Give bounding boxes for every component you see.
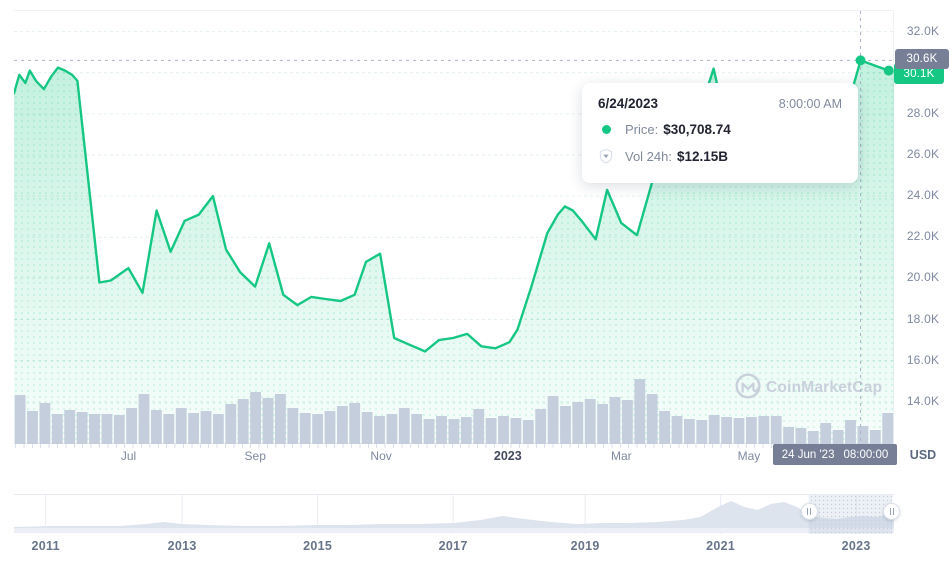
x-axis: Jul Sep Nov 2023 Mar May xyxy=(14,449,894,467)
y-tick-20.0K: 20.0K xyxy=(896,270,950,284)
currency-label: USD xyxy=(898,448,948,462)
tooltip-price-row: Price: $30,708.74 xyxy=(598,122,842,137)
volume-shield-icon xyxy=(598,148,614,164)
timeline-navigator[interactable] xyxy=(14,494,894,533)
x-tick-May: May xyxy=(738,449,761,463)
tooltip-volume-label: Vol 24h: xyxy=(625,149,672,164)
hover-tooltip: 6/24/2023 8:00:00 AM Price: $30,708.74 V… xyxy=(582,83,858,183)
y-tick-24.0K: 24.0K xyxy=(896,188,950,202)
price-dot-icon xyxy=(598,125,614,134)
x-tick-Mar: Mar xyxy=(611,449,632,463)
crosshair-date-badge: 24 Jun '23 08:00:00 xyxy=(773,444,897,465)
x-tick-2023: 2023 xyxy=(494,449,522,463)
tooltip-volume-row: Vol 24h: $12.15B xyxy=(598,148,842,164)
crosshair-time: 08:00:00 xyxy=(843,449,888,461)
main-chart-plot[interactable]: CoinMarketCap xyxy=(14,10,894,444)
x-axis-tick-strip xyxy=(15,444,894,448)
navigator-year-axis: 2011 2013 2015 2017 2019 2021 2023 xyxy=(14,539,894,555)
x-tick-Sep: Sep xyxy=(245,449,266,463)
y-tick-32.0K: 32.0K xyxy=(896,24,950,38)
nav-year-2023: 2023 xyxy=(842,539,871,553)
crosshair-price-badge: 30.6K xyxy=(895,49,949,69)
nav-year-2015: 2015 xyxy=(303,539,332,553)
y-tick-26.0K: 26.0K xyxy=(896,147,950,161)
y-tick-22.0K: 22.0K xyxy=(896,229,950,243)
y-tick-16.0K: 16.0K xyxy=(896,353,950,367)
price-chart-canvas[interactable]: CoinMarketCap xyxy=(14,11,894,445)
nav-year-2019: 2019 xyxy=(571,539,600,553)
tooltip-time: 8:00:00 AM xyxy=(779,97,842,111)
x-tick-Jul: Jul xyxy=(121,449,136,463)
nav-year-2021: 2021 xyxy=(706,539,735,553)
tooltip-volume-value: $12.15B xyxy=(677,149,728,164)
crosshair-date: 24 Jun '23 xyxy=(782,449,835,461)
nav-year-2011: 2011 xyxy=(32,539,60,553)
navigator-left-handle[interactable] xyxy=(801,503,818,520)
navigator-canvas[interactable] xyxy=(14,495,894,534)
last-price-dot xyxy=(884,66,894,76)
price-chart-widget: CoinMarketCap 32.0K30.0K28.0K26.0K24.0K2… xyxy=(0,0,952,573)
tooltip-date: 6/24/2023 xyxy=(598,96,658,111)
crosshair-dot xyxy=(856,55,866,65)
y-tick-14.0K: 14.0K xyxy=(896,394,950,408)
y-tick-28.0K: 28.0K xyxy=(896,106,950,120)
y-tick-18.0K: 18.0K xyxy=(896,312,950,326)
svg-text:CoinMarketCap: CoinMarketCap xyxy=(766,379,882,396)
nav-year-2013: 2013 xyxy=(168,539,197,553)
nav-year-2017: 2017 xyxy=(439,539,468,553)
navigator-right-handle[interactable] xyxy=(883,503,900,520)
tooltip-price-value: $30,708.74 xyxy=(663,122,731,137)
tooltip-price-label: Price: xyxy=(625,122,658,137)
x-tick-Nov: Nov xyxy=(370,449,391,463)
